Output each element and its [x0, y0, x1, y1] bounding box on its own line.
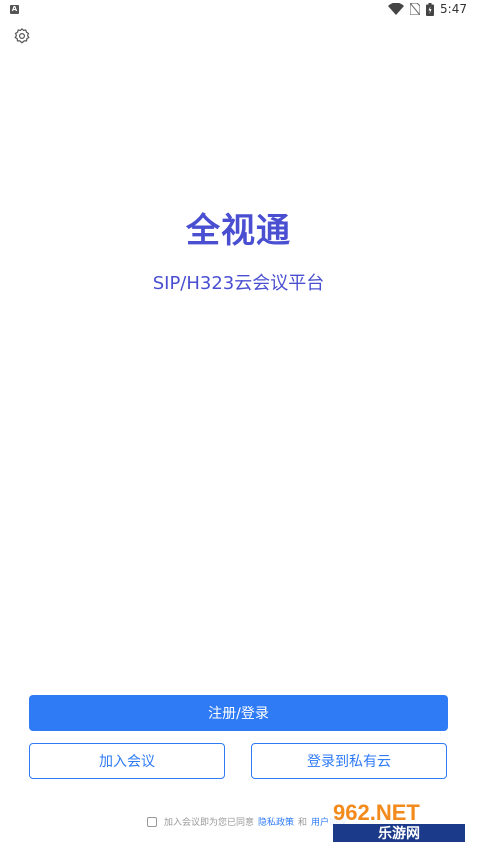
- no-sim-icon: [410, 3, 421, 15]
- agreement-prefix: 加入会议即为您已同意: [164, 818, 255, 828]
- register-login-button[interactable]: 注册/登录: [29, 695, 448, 731]
- app-title: 全视通: [186, 211, 291, 251]
- battery-icon: [426, 2, 435, 16]
- watermark-logo: 962.NET 乐游网: [329, 796, 469, 844]
- watermark-top: 962.NET: [333, 800, 420, 825]
- agreement-and: 和: [298, 818, 308, 828]
- clock: 5:47: [440, 2, 467, 16]
- notification-icon: A: [10, 5, 19, 14]
- gear-icon[interactable]: [13, 27, 31, 45]
- status-icons: 5:47: [388, 2, 467, 16]
- status-bar: A 5:47: [0, 0, 477, 22]
- privacy-policy-link[interactable]: 隐私政策: [258, 815, 294, 828]
- private-cloud-login-button[interactable]: 登录到私有云: [251, 743, 447, 779]
- wifi-icon: [388, 3, 405, 15]
- watermark-bottom: 乐游网: [378, 825, 420, 841]
- join-meeting-button[interactable]: 加入会议: [29, 743, 225, 779]
- agreement-checkbox[interactable]: [147, 816, 157, 827]
- agreement-row: 加入会议即为您已同意 隐私政策 和 用户协议: [147, 815, 347, 828]
- app-subtitle: SIP/H323云会议平台: [152, 273, 325, 294]
